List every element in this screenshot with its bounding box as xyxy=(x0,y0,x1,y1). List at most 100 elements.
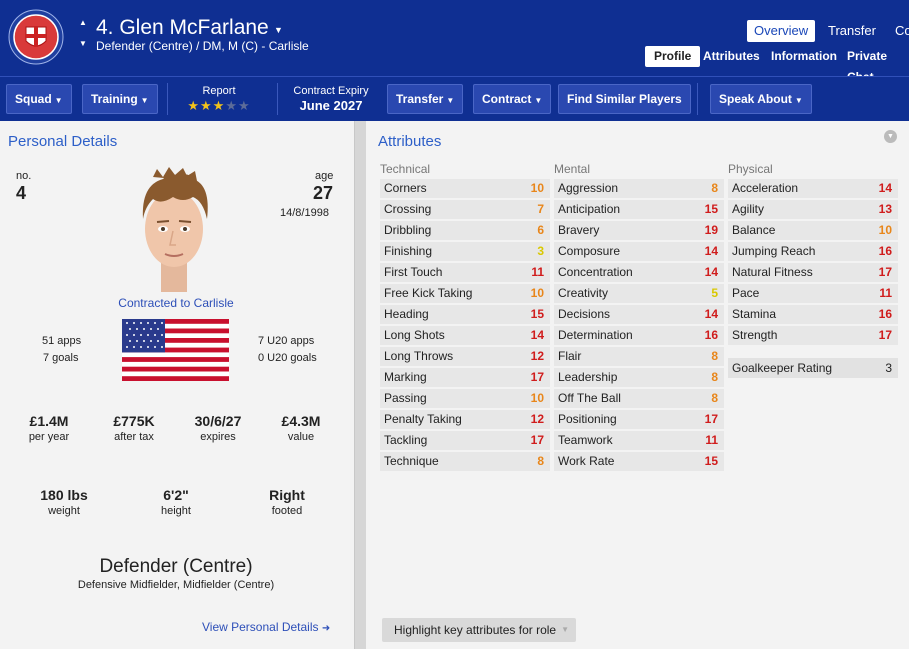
attributes-panel: Attributes ▼ Technical Mental Physical C… xyxy=(366,121,909,649)
attribute-name: Teamwork xyxy=(558,433,613,447)
subtab-attributes[interactable]: Attributes xyxy=(694,46,769,67)
attribute-row-anticipation[interactable]: Anticipation 15 xyxy=(554,200,724,219)
subtab-private-chat[interactable]: Private Chat xyxy=(838,46,909,84)
attribute-name: Agility xyxy=(732,202,765,216)
report-label: Report xyxy=(202,85,236,97)
expires-value: 30/6/27 xyxy=(194,413,242,429)
attribute-name: Aggression xyxy=(558,181,619,195)
attribute-row-natural-fitness[interactable]: Natural Fitness 17 xyxy=(728,263,898,282)
attribute-row-first-touch[interactable]: First Touch 11 xyxy=(380,263,550,282)
squad-button-label: Squad xyxy=(15,92,52,106)
attribute-row-jumping-reach[interactable]: Jumping Reach 16 xyxy=(728,242,898,261)
attribute-name: Concentration xyxy=(558,265,633,279)
attribute-name: Dribbling xyxy=(384,223,432,237)
attribute-row-strength[interactable]: Strength 17 xyxy=(728,326,898,345)
personal-details-panel: Personal Details no. 4 age 27 14/8/1998 … xyxy=(0,121,355,649)
attribute-value: 16 xyxy=(878,244,892,258)
personal-details-title: Personal Details xyxy=(8,133,118,150)
star-filled-icon: ★ xyxy=(200,98,213,113)
attribute-value: 10 xyxy=(878,223,892,237)
attribute-row-flair[interactable]: Flair 8 xyxy=(554,347,724,366)
attribute-row-acceleration[interactable]: Acceleration 14 xyxy=(728,179,898,198)
attribute-value: 17 xyxy=(704,412,718,426)
squad-button[interactable]: Squad ▼ xyxy=(6,84,72,114)
physical-header: Physical xyxy=(728,162,773,176)
attribute-row-positioning[interactable]: Positioning 17 xyxy=(554,410,724,429)
attribute-row-leadership[interactable]: Leadership 8 xyxy=(554,368,724,387)
expires-label: expires xyxy=(200,431,236,443)
attribute-name: Jumping Reach xyxy=(732,244,816,258)
training-button[interactable]: Training ▼ xyxy=(82,84,158,114)
market-value-label: value xyxy=(287,431,315,443)
attribute-row-teamwork[interactable]: Teamwork 11 xyxy=(554,431,724,450)
attribute-row-technique[interactable]: Technique 8 xyxy=(380,452,550,471)
attribute-value: 16 xyxy=(878,307,892,321)
attributes-title: Attributes xyxy=(378,133,442,150)
arrow-right-icon: ➜ xyxy=(321,623,331,634)
preferred-foot-label: footed xyxy=(271,505,303,517)
squad-number-label: no. xyxy=(16,170,32,182)
attribute-row-dribbling[interactable]: Dribbling 6 xyxy=(380,221,550,240)
collapse-chevron-icon[interactable]: ▼ xyxy=(884,130,897,143)
contract-expiry-info: Contract Expiry June 2027 xyxy=(285,85,377,113)
attribute-row-concentration[interactable]: Concentration 14 xyxy=(554,263,724,282)
wage-label: per year xyxy=(28,431,70,443)
attribute-row-long-shots[interactable]: Long Shots 14 xyxy=(380,326,550,345)
scout-report[interactable]: Report ★★★★★ xyxy=(181,85,257,114)
player-header: ▲ ▼ 4. Glen McFarlane ▼ Defender (Centre… xyxy=(0,0,909,84)
attribute-value: 17 xyxy=(530,370,544,384)
attribute-row-stamina[interactable]: Stamina 16 xyxy=(728,305,898,324)
view-personal-details-link[interactable]: View Personal Details ➜ xyxy=(202,620,330,634)
find-similar-players-button[interactable]: Find Similar Players xyxy=(558,84,691,114)
next-player-arrow-icon[interactable]: ▼ xyxy=(79,40,87,48)
chevron-down-icon: ▼ xyxy=(534,96,543,105)
attribute-row-composure[interactable]: Composure 14 xyxy=(554,242,724,261)
attribute-row-aggression[interactable]: Aggression 8 xyxy=(554,179,724,198)
attribute-value: 17 xyxy=(530,433,544,447)
attribute-name: Leadership xyxy=(558,370,618,384)
toolbar-divider xyxy=(697,83,698,115)
previous-player-arrow-icon[interactable]: ▲ xyxy=(79,19,87,27)
attribute-row-marking[interactable]: Marking 17 xyxy=(380,368,550,387)
attribute-row-heading[interactable]: Heading 15 xyxy=(380,305,550,324)
contract-button[interactable]: Contract ▼ xyxy=(473,84,552,114)
attribute-value: 15 xyxy=(530,307,544,321)
attribute-row-creativity[interactable]: Creativity 5 xyxy=(554,284,724,303)
highlight-key-attributes-button[interactable]: Highlight key attributes for role ▼ xyxy=(382,618,577,642)
attribute-value: 19 xyxy=(704,223,718,237)
attribute-row-pace[interactable]: Pace 11 xyxy=(728,284,898,303)
attribute-value: 8 xyxy=(711,370,718,384)
tab-more[interactable]: Co xyxy=(888,20,909,42)
attribute-row-crossing[interactable]: Crossing 7 xyxy=(380,200,550,219)
attribute-name: Strength xyxy=(732,328,778,342)
attribute-row-finishing[interactable]: Finishing 3 xyxy=(380,242,550,261)
attribute-row-agility[interactable]: Agility 13 xyxy=(728,200,898,219)
market-value: £4.3M xyxy=(281,413,321,429)
attribute-value: 14 xyxy=(704,244,718,258)
speak-about-button[interactable]: Speak About ▼ xyxy=(710,84,812,114)
panel-splitter[interactable] xyxy=(355,121,366,649)
tab-transfer[interactable]: Transfer xyxy=(821,20,883,42)
tab-overview[interactable]: Overview xyxy=(747,20,816,42)
attribute-name: Bravery xyxy=(558,223,600,237)
attribute-row-passing[interactable]: Passing 10 xyxy=(380,389,550,408)
preferred-foot-value: Right xyxy=(269,487,305,503)
player-menu-chevron-icon[interactable]: ▼ xyxy=(274,25,283,35)
attribute-row-work-rate[interactable]: Work Rate 15 xyxy=(554,452,724,471)
attribute-row-tackling[interactable]: Tackling 17 xyxy=(380,431,550,450)
attribute-row-long-throws[interactable]: Long Throws 12 xyxy=(380,347,550,366)
attribute-row-determination[interactable]: Determination 16 xyxy=(554,326,724,345)
attribute-row-bravery[interactable]: Bravery 19 xyxy=(554,221,724,240)
attribute-row-penalty-taking[interactable]: Penalty Taking 12 xyxy=(380,410,550,429)
chevron-down-icon: ▼ xyxy=(446,96,455,105)
attribute-row-balance[interactable]: Balance 10 xyxy=(728,221,898,240)
player-name-title: 4. Glen McFarlane xyxy=(96,16,269,39)
transfer-button[interactable]: Transfer ▼ xyxy=(387,84,464,114)
attribute-name: First Touch xyxy=(384,265,443,279)
attribute-row-corners[interactable]: Corners 10 xyxy=(380,179,550,198)
subtab-information[interactable]: Information xyxy=(762,46,846,67)
subtab-profile[interactable]: Profile xyxy=(645,46,701,67)
attribute-row-free-kick-taking[interactable]: Free Kick Taking 10 xyxy=(380,284,550,303)
attribute-row-off-the-ball[interactable]: Off The Ball 8 xyxy=(554,389,724,408)
attribute-row-decisions[interactable]: Decisions 14 xyxy=(554,305,724,324)
